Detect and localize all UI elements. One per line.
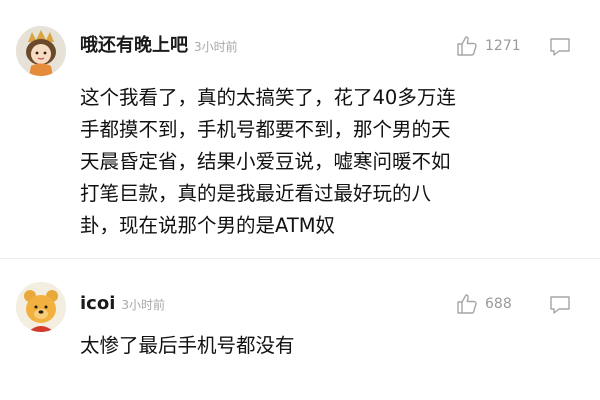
like-count: 688: [485, 296, 512, 312]
comment-bubble-icon[interactable]: [548, 294, 572, 316]
avatar[interactable]: [16, 26, 66, 76]
username-text[interactable]: icoi: [80, 293, 115, 314]
username[interactable]: 哦还有晚上吧 3小时前: [80, 36, 238, 57]
like-button[interactable]: 688: [455, 292, 512, 316]
comment-time: 3小时前: [121, 298, 166, 312]
comment-line: 天晨昏定省，结果小爱豆说，嘘寒问暖不如: [80, 150, 451, 173]
username-text[interactable]: 哦还有晚上吧: [80, 35, 188, 56]
comment-time: 3小时前: [194, 40, 238, 54]
thumbs-up-icon[interactable]: [455, 34, 479, 58]
avatar[interactable]: [16, 282, 66, 332]
like-count: 1271: [485, 38, 521, 54]
comment-bubble-icon[interactable]: [548, 36, 572, 58]
comment-line: 这个我看了，真的太搞笑了，花了40多万连: [80, 86, 456, 109]
comment-line: 手都摸不到，手机号都要不到，那个男的天: [80, 118, 451, 141]
comment-line: 卦，现在说那个男的是ATM奴: [80, 214, 336, 237]
comment-line: 太惨了最后手机号都没有: [80, 334, 295, 357]
comment-divider: [0, 258, 600, 259]
cartoon-girl-avatar-icon: [16, 26, 66, 76]
username[interactable]: icoi 3小时前: [80, 294, 165, 315]
like-button[interactable]: 1271: [455, 34, 521, 58]
comment-body: 这个我看了，真的太搞笑了，花了40多万连 手都摸不到，手机号都要不到，那个男的天天…: [80, 82, 510, 242]
winnie-the-pooh-avatar-icon: [16, 282, 66, 332]
comment-body: 太惨了最后手机号都没有: [80, 330, 560, 362]
comment-line: 打笔巨款，真的是我最近看过最好玩的八: [80, 182, 432, 205]
thumbs-up-icon[interactable]: [455, 292, 479, 316]
